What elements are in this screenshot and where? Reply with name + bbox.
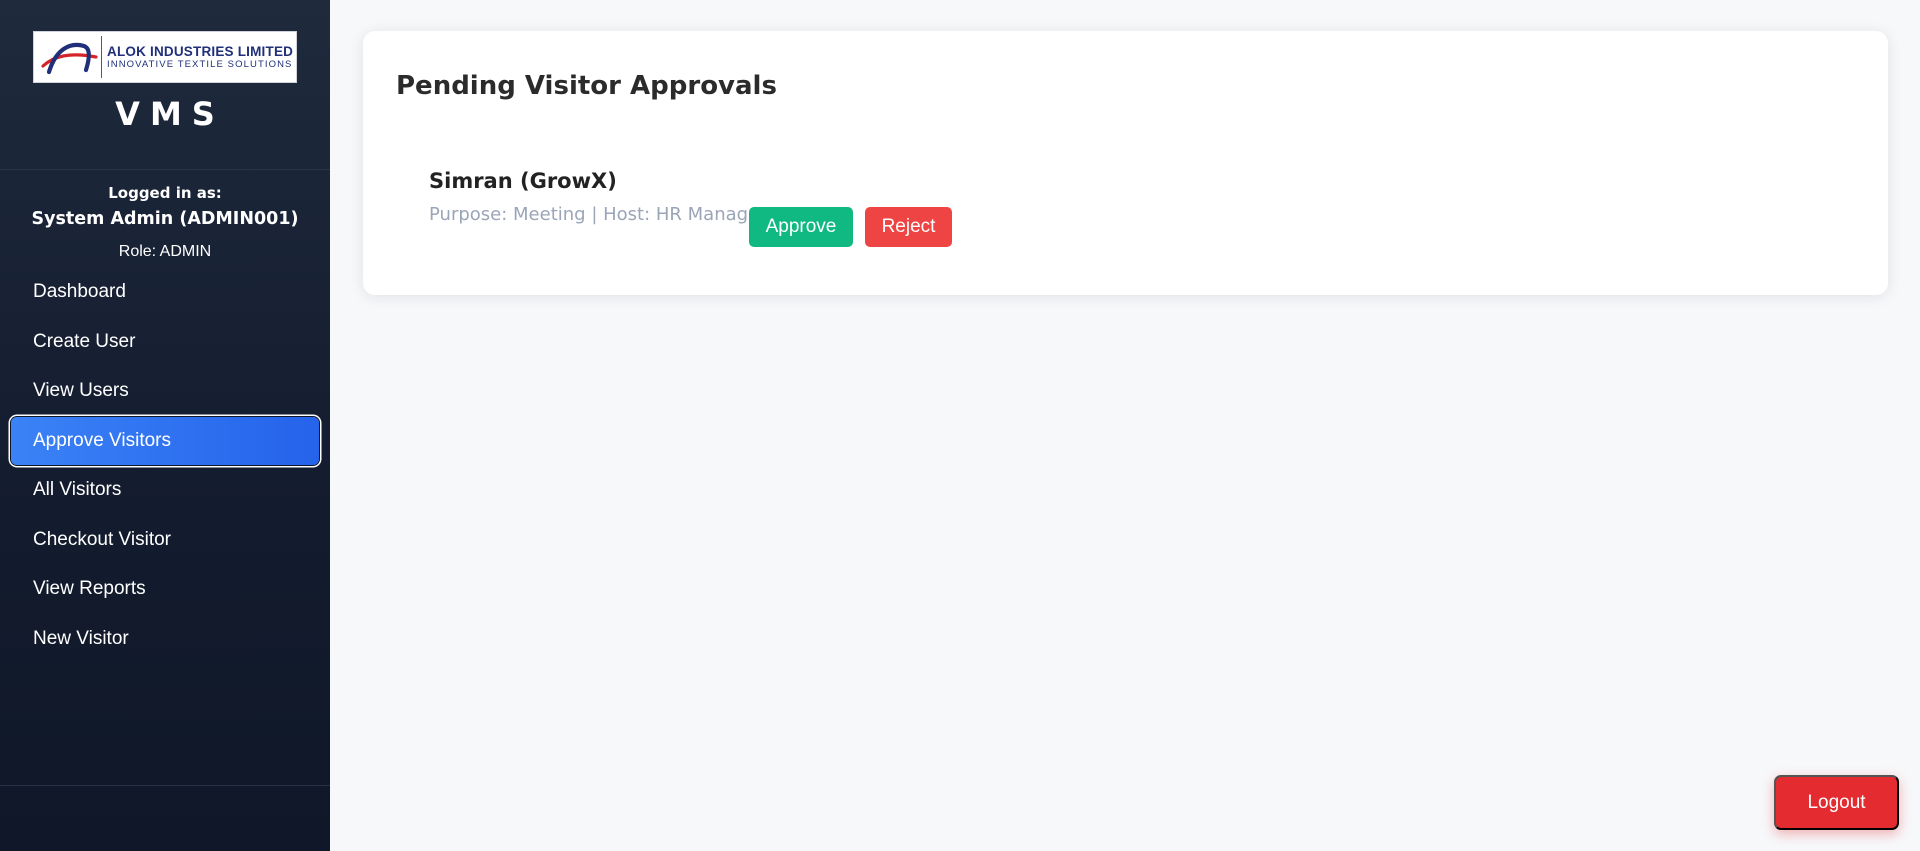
sidebar-item-all-visitors[interactable]: All Visitors bbox=[10, 466, 320, 514]
logout-button[interactable]: Logout bbox=[1774, 775, 1899, 830]
page-title: Pending Visitor Approvals bbox=[396, 71, 777, 101]
company-tagline: INNOVATIVE TEXTILE SOLUTIONS bbox=[107, 59, 293, 70]
company-logo: ALOK INDUSTRIES LIMITED INNOVATIVE TEXTI… bbox=[33, 31, 297, 83]
sidebar: ALOK INDUSTRIES LIMITED INNOVATIVE TEXTI… bbox=[0, 0, 330, 851]
approve-button[interactable]: Approve bbox=[749, 207, 853, 247]
logo-text: ALOK INDUSTRIES LIMITED INNOVATIVE TEXTI… bbox=[107, 44, 293, 70]
sidebar-item-view-reports[interactable]: View Reports bbox=[10, 565, 320, 613]
sidebar-item-view-users[interactable]: View Users bbox=[10, 367, 320, 415]
pending-approvals-card: Pending Visitor Approvals Simran (GrowX)… bbox=[363, 31, 1888, 295]
sidebar-nav: Dashboard Create User View Users Approve… bbox=[0, 268, 330, 663]
alok-logo-icon bbox=[41, 42, 98, 75]
user-role: Role: ADMIN bbox=[118, 243, 212, 260]
company-name: ALOK INDUSTRIES LIMITED bbox=[107, 44, 294, 59]
sidebar-item-approve-visitors[interactable]: Approve Visitors bbox=[11, 416, 319, 465]
app: ALOK INDUSTRIES LIMITED INNOVATIVE TEXTI… bbox=[0, 0, 1920, 851]
visitor-details: Purpose: Meeting | Host: HR Manager bbox=[429, 204, 767, 225]
sidebar-item-create-user[interactable]: Create User bbox=[10, 318, 320, 366]
sidebar-footer-divider bbox=[0, 785, 330, 786]
logo-divider bbox=[101, 36, 102, 78]
brand-header: ALOK INDUSTRIES LIMITED INNOVATIVE TEXTI… bbox=[0, 0, 330, 170]
user-name: System Admin (ADMIN001) bbox=[31, 209, 299, 229]
app-title: VMS bbox=[115, 95, 225, 133]
visitor-name: Simran (GrowX) bbox=[429, 169, 617, 193]
sidebar-item-new-visitor[interactable]: New Visitor bbox=[10, 615, 320, 663]
reject-button[interactable]: Reject bbox=[865, 207, 952, 247]
sidebar-item-checkout-visitor[interactable]: Checkout Visitor bbox=[10, 516, 320, 564]
user-info: Logged in as: System Admin (ADMIN001) Ro… bbox=[0, 170, 330, 262]
logged-in-label: Logged in as: bbox=[108, 184, 222, 202]
sidebar-item-dashboard[interactable]: Dashboard bbox=[10, 268, 320, 316]
